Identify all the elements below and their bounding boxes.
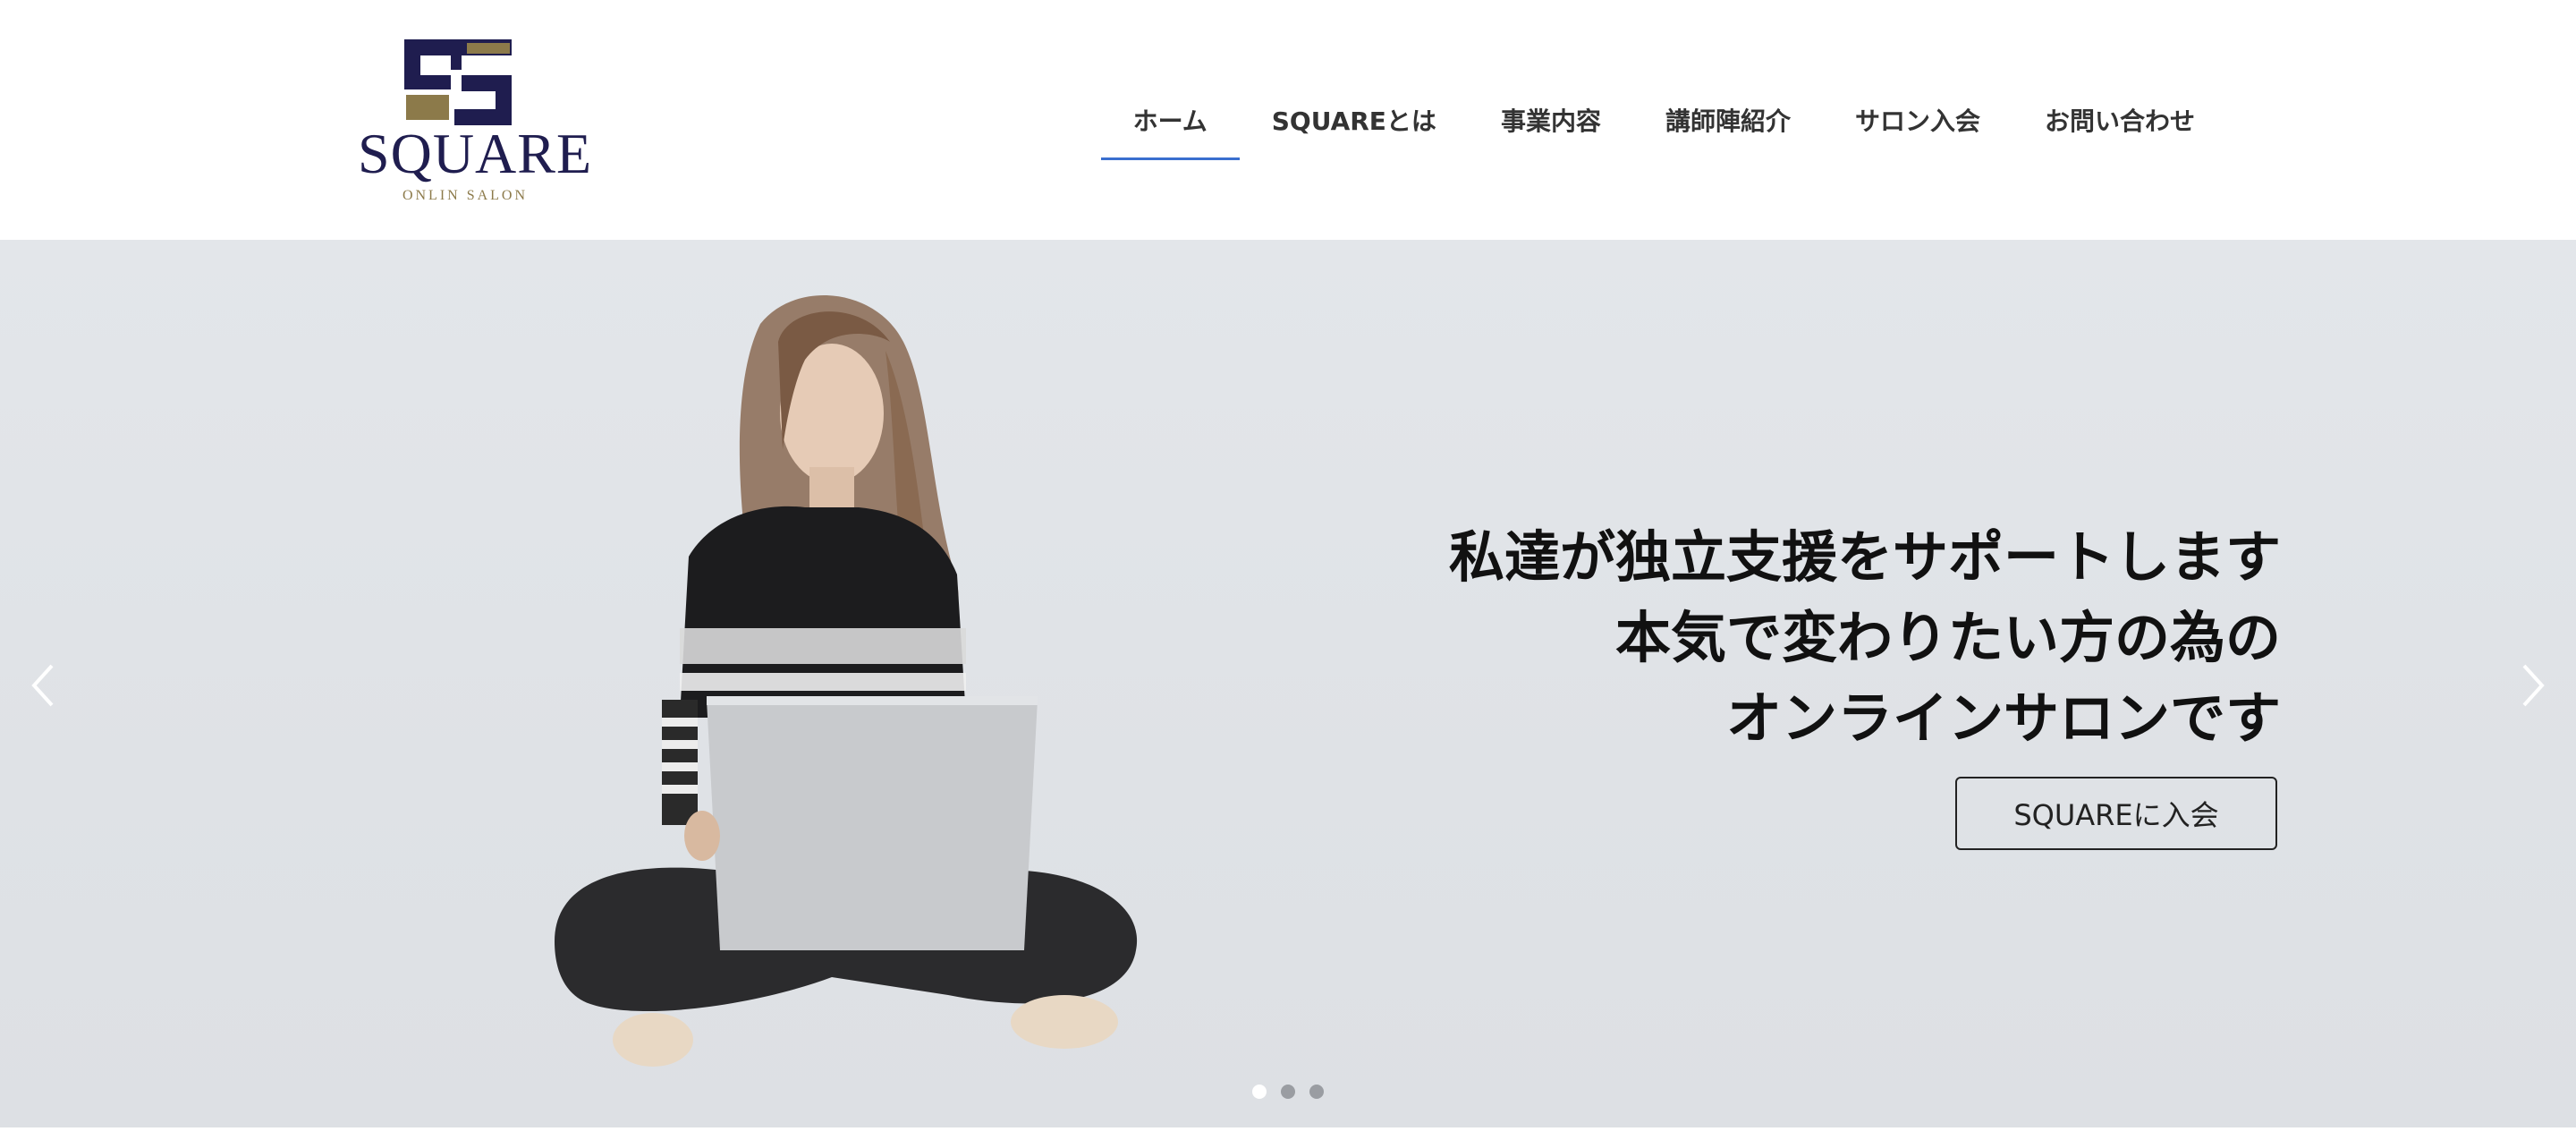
chevron-left-icon[interactable] (25, 659, 61, 712)
nav-item-join[interactable]: サロン入会 (1823, 0, 2012, 240)
join-square-button[interactable]: SQUAREに入会 (1955, 777, 2277, 850)
hero-headline-line-3: オンラインサロンです (1725, 685, 2281, 751)
slide-dot-1[interactable] (1252, 1085, 1267, 1099)
square-logo-mark-icon (404, 39, 512, 125)
hero-headline-line-2: 本気で変わりたい方の為の (1614, 605, 2281, 670)
nav-item-instructors[interactable]: 講師陣紹介 (1633, 0, 1823, 240)
hero-image-woman-with-laptop (555, 294, 1138, 1067)
nav-item-home[interactable]: ホーム (1100, 0, 1240, 240)
site-header: SQUARE ONLIN SALON ホーム SQUAREとは 事業内容 講師陣… (0, 0, 2576, 240)
slide-dot-2[interactable] (1281, 1085, 1295, 1099)
hero-slider: 私達が独立支援をサポートします 本気で変わりたい方の為の オンラインサロンです … (0, 240, 2576, 1127)
slide-dot-3[interactable] (1309, 1085, 1324, 1099)
nav-item-about[interactable]: SQUAREとは (1240, 0, 1469, 240)
main-nav: ホーム SQUAREとは 事業内容 講師陣紹介 サロン入会 お問い合わせ (1100, 0, 2227, 240)
hero-headline-line-1: 私達が独立支援をサポートします (1448, 524, 2281, 590)
chevron-right-icon[interactable] (2515, 659, 2551, 712)
logo[interactable]: SQUARE ONLIN SALON (358, 36, 593, 211)
nav-item-contact[interactable]: お問い合わせ (2012, 0, 2227, 240)
slider-pagination (1252, 1085, 1324, 1099)
logo-wordmark: SQUARE (358, 122, 593, 185)
nav-item-business[interactable]: 事業内容 (1469, 0, 1633, 240)
hero-bottom-divider (0, 1127, 2576, 1140)
logo-tagline: ONLIN SALON (402, 188, 529, 203)
hero-headline: 私達が独立支援をサポートします 本気で変わりたい方の為の オンラインサロンです (1449, 517, 2281, 759)
